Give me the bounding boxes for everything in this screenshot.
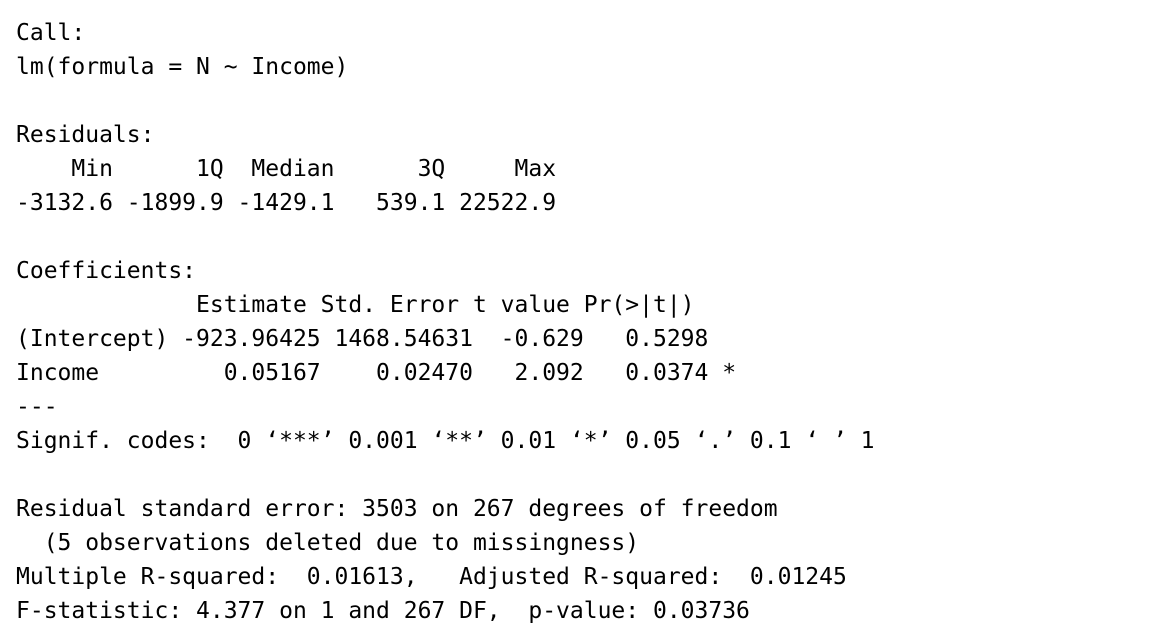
coefficients-header: Coefficients: [16,258,197,284]
call-formula: lm(formula = N ~ Income) [16,54,349,80]
r-squared: Multiple R-squared: 0.01613, Adjusted R-… [16,564,861,590]
deleted-observations: (5 observations deleted due to missingne… [16,530,640,556]
residuals-values: -3132.6 -1899.9 -1429.1 539.1 22522.9 [16,190,570,216]
call-header: Call: [16,20,86,46]
residuals-labels: Min 1Q Median 3Q Max [16,156,570,182]
residuals-header: Residuals: [16,122,155,148]
coefficient-row-intercept: (Intercept) -923.96425 1468.54631 -0.629… [16,326,737,352]
coefficient-row-income: Income 0.05167 0.02470 2.092 0.0374 * [16,360,737,386]
coefficients-columns: Estimate Std. Error t value Pr(>|t|) [16,292,723,318]
signif-codes: Signif. codes: 0 ‘***’ 0.001 ‘**’ 0.01 ‘… [16,428,875,454]
r-console-output: Call: lm(formula = N ~ Income) Residuals… [16,16,1136,628]
f-statistic: F-statistic: 4.377 on 1 and 267 DF, p-va… [16,598,750,624]
residual-standard-error: Residual standard error: 3503 on 267 deg… [16,496,778,522]
separator-line: --- [16,394,58,420]
